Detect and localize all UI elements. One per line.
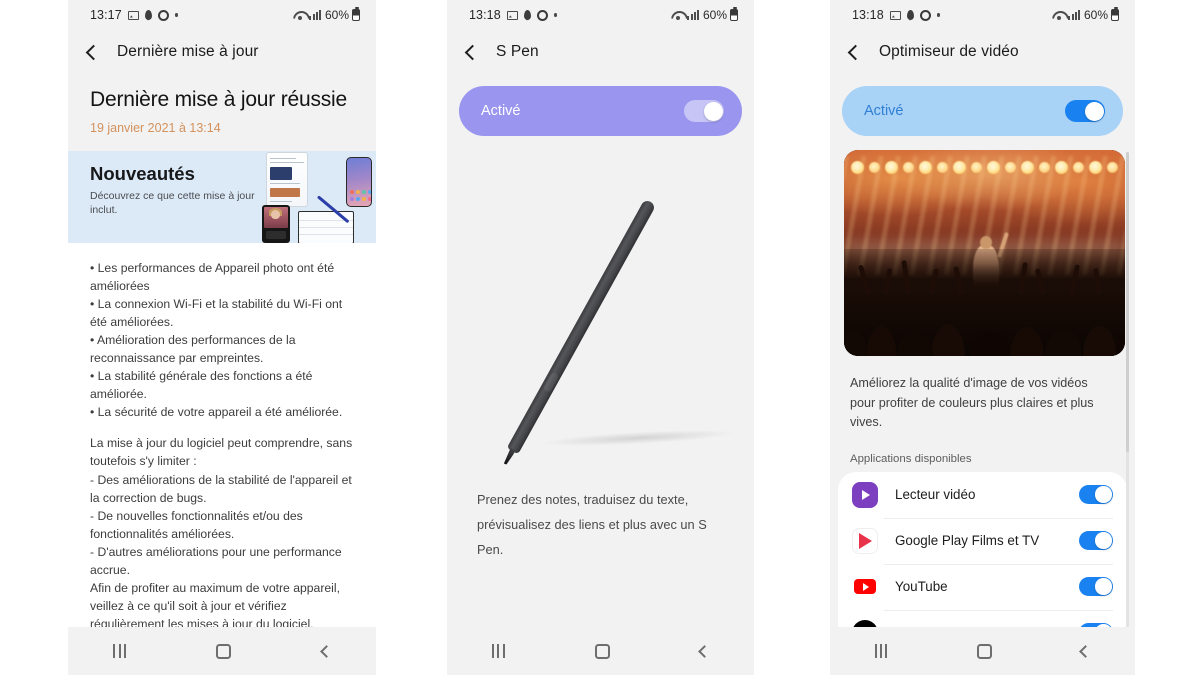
navigation-bar [68, 627, 376, 675]
banner-label: Activé [481, 103, 521, 119]
battery-icon [730, 7, 738, 21]
whats-new-subtitle: Découvrez ce que cette mise à jour inclu… [90, 190, 255, 217]
back-icon[interactable] [464, 44, 481, 60]
status-bar: 13:17 60% [68, 0, 376, 30]
app-toggle-switch[interactable] [1079, 531, 1113, 551]
update-details: • Les performances de Appareil photo ont… [68, 243, 376, 657]
s-pen-stylus-icon [506, 198, 657, 455]
gear-icon [536, 9, 548, 21]
toggle-knob [1084, 101, 1104, 121]
home-icon[interactable] [216, 643, 232, 659]
app-bar: Optimiseur de vidéo [830, 30, 1135, 74]
pin-icon [906, 10, 914, 21]
back-nav-icon[interactable] [698, 644, 711, 658]
pin-icon [144, 10, 152, 21]
recents-icon[interactable] [492, 644, 505, 658]
concert-crowd-photo [844, 150, 1125, 356]
battery-percent: 60% [324, 8, 349, 22]
image-icon [889, 10, 901, 20]
phone-panel-video-optimizer: 13:18 60% Optimiseur de vidéo Activé Amé… [830, 0, 1135, 675]
devices-collage-icon [260, 151, 376, 243]
status-time: 13:17 [90, 8, 122, 22]
update-heading: Dernière mise à jour réussie [90, 88, 348, 111]
image-icon [127, 10, 139, 20]
back-icon[interactable] [85, 44, 102, 60]
spen-description-line1: Prenez des notes, traduisez du texte, [477, 492, 689, 507]
dot-icon [553, 13, 558, 17]
google-play-movies-icon [852, 527, 878, 554]
scrollbar-thumb[interactable] [1126, 152, 1129, 452]
gear-icon [157, 9, 169, 21]
list-item[interactable]: YouTube [838, 563, 1127, 610]
crowd-hands [844, 232, 1125, 295]
dot-icon [936, 13, 941, 17]
back-nav-icon[interactable] [1079, 644, 1093, 658]
update-content: Dernière mise à jour réussie 19 janvier … [68, 74, 376, 675]
pen-shadow [542, 427, 734, 449]
screenshot-stage: 13:17 60% Dernière mise à jour Dernière … [0, 0, 1200, 675]
status-time: 13:18 [469, 8, 501, 22]
whats-new-title: Nouveautés [90, 163, 195, 184]
app-toggle-switch[interactable] [1079, 485, 1113, 505]
video-optimizer-toggle-switch[interactable] [1065, 100, 1105, 122]
gear-icon [919, 9, 931, 21]
app-name: YouTube [895, 579, 948, 595]
wifi-icon [1052, 10, 1065, 20]
status-time: 13:18 [852, 8, 884, 22]
recents-icon[interactable] [113, 644, 126, 658]
page-title: Optimiseur de vidéo [879, 43, 1019, 60]
spen-toggle-banner[interactable]: Activé [459, 86, 742, 136]
video-thumbnail-wrap [844, 150, 1129, 632]
page-title: S Pen [496, 43, 539, 60]
update-bullets: • Les performances de Appareil photo ont… [90, 261, 343, 420]
battery-percent: 60% [702, 8, 727, 22]
pin-icon [523, 10, 531, 21]
phone-panel-spen: 13:18 60% S Pen Activé Prenez des notes,… [447, 0, 754, 675]
signal-icon [1068, 10, 1080, 20]
wifi-icon [293, 10, 306, 20]
dot-icon [174, 13, 179, 17]
home-icon[interactable] [976, 643, 992, 659]
signal-icon [687, 10, 699, 20]
video-player-icon [852, 481, 878, 508]
toggle-knob [703, 101, 723, 121]
update-paragraph: La mise à jour du logiciel peut comprend… [90, 436, 353, 631]
image-icon [506, 10, 518, 20]
app-bar: Dernière mise à jour [68, 30, 376, 74]
navigation-bar [447, 627, 754, 675]
recents-icon[interactable] [874, 644, 888, 658]
app-name: Lecteur vidéo [895, 487, 976, 503]
phone-panel-update: 13:17 60% Dernière mise à jour Dernière … [68, 0, 376, 675]
app-name: Google Play Films et TV [895, 533, 1040, 549]
back-icon[interactable] [847, 44, 864, 60]
video-optimizer-toggle-banner[interactable]: Activé [842, 86, 1123, 136]
list-item[interactable]: Google Play Films et TV [838, 517, 1127, 564]
signal-icon [309, 10, 321, 20]
status-bar: 13:18 60% [447, 0, 754, 30]
spen-description: Prenez des notes, traduisez du texte, pr… [447, 466, 754, 563]
update-date: 19 janvier 2021 à 13:14 [90, 121, 221, 135]
home-icon[interactable] [594, 643, 610, 659]
back-nav-icon[interactable] [319, 644, 333, 658]
youtube-icon [852, 573, 878, 600]
whats-new-card[interactable]: Nouveautés Découvrez ce que cette mise à… [68, 151, 376, 243]
battery-percent: 60% [1083, 8, 1108, 22]
page-title: Dernière mise à jour [117, 43, 259, 60]
status-bar: 13:18 60% [830, 0, 1135, 30]
app-bar: S Pen [447, 30, 754, 74]
app-toggle-switch[interactable] [1079, 577, 1113, 597]
list-item[interactable]: Lecteur vidéo [838, 472, 1127, 518]
battery-icon [1111, 7, 1119, 21]
battery-icon [352, 7, 360, 21]
wifi-icon [671, 10, 684, 20]
available-apps-label: Applications disponibles [850, 452, 972, 465]
video-optimizer-description: Améliorez la qualité d'image de vos vidé… [850, 376, 1094, 430]
navigation-bar [830, 627, 1135, 675]
spen-description-line2: prévisualisez des liens et plus avec un … [477, 516, 707, 557]
banner-label: Activé [864, 103, 904, 119]
spen-toggle-switch[interactable] [684, 100, 724, 122]
spen-illustration [447, 136, 754, 466]
